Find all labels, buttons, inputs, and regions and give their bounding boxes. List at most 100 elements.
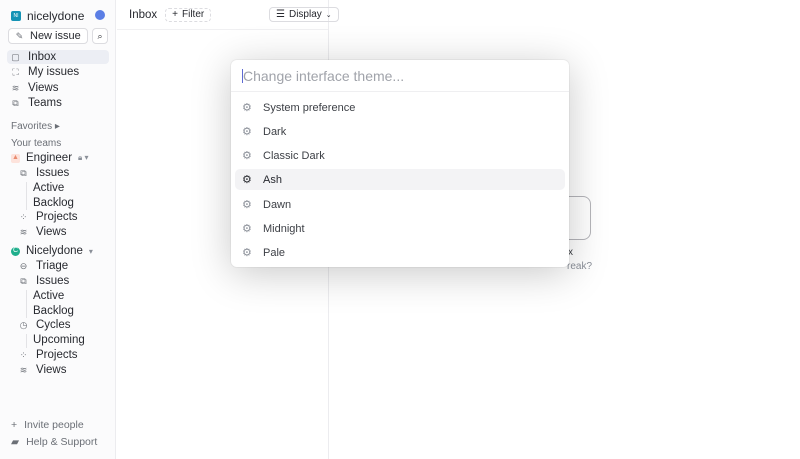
favorites-section[interactable]: Favorites ▸	[11, 121, 60, 132]
theme-option-pale[interactable]: ⚙ Pale	[235, 242, 565, 263]
nicelydone-triage[interactable]: ⊖ Triage	[19, 260, 68, 272]
empty-state-subtitle: reak?	[567, 261, 593, 272]
tree-line	[26, 290, 27, 318]
sidebar-item-teams[interactable]: ⧉ Teams	[7, 96, 109, 110]
workspace-name: nicelydone	[27, 9, 85, 23]
user-avatar[interactable]	[95, 10, 105, 20]
triage-icon: ⊖	[19, 260, 28, 271]
nicelydone-cycles[interactable]: ◷ Cycles	[19, 319, 71, 331]
workspace-switcher[interactable]: NI nicelydone	[11, 9, 84, 23]
theme-search-input[interactable]: Change interface theme...	[231, 60, 569, 92]
views-icon: ≋	[11, 82, 20, 93]
label: Issues	[36, 275, 70, 287]
my-issues-icon: ⛶	[12, 66, 19, 77]
placeholder: Change interface theme...	[243, 67, 405, 84]
label: Invite people	[24, 419, 84, 431]
tree-line	[26, 182, 27, 210]
label: Projects	[36, 211, 78, 223]
team-icon: ▲	[11, 153, 20, 163]
compose-icon: ✎	[15, 30, 24, 41]
theme-picker-dialog: Change interface theme... ⚙ System prefer…	[231, 60, 569, 267]
filter-button[interactable]: + Filter	[165, 7, 212, 22]
views-icon: ≋	[19, 364, 28, 375]
label: Projects	[36, 349, 78, 361]
engineer-backlog[interactable]: Backlog	[33, 197, 74, 209]
nicelydone-issues[interactable]: ⧉ Issues	[19, 275, 69, 287]
issues-icon: ⧉	[20, 167, 27, 178]
engineer-issues[interactable]: ⧉ Issues	[19, 167, 69, 179]
label: System preference	[263, 101, 356, 114]
nicelydone-backlog[interactable]: Backlog	[33, 305, 74, 317]
sidebar-item-my-issues[interactable]: ⛶ My issues	[7, 65, 109, 79]
label: Ash	[263, 173, 282, 186]
label: Cycles	[36, 319, 71, 331]
theme-option-ash[interactable]: ⚙ Ash	[235, 169, 565, 190]
plus-icon: +	[11, 419, 18, 431]
nav-label: Teams	[28, 97, 62, 109]
cycles-icon: ◷	[19, 319, 28, 330]
theme-option-dark[interactable]: ⚙ Dark	[235, 121, 565, 142]
label: Midnight	[263, 222, 305, 235]
team-nicelydone[interactable]: C Nicelydone ▾	[11, 245, 93, 257]
label: Filter	[181, 9, 205, 20]
projects-icon: ⁘	[19, 349, 28, 360]
label: Issues	[36, 167, 70, 179]
help-support-button[interactable]: ▰ Help & Support	[11, 436, 97, 448]
favorites-label: Favorites	[11, 121, 53, 132]
teams-icon: ⧉	[12, 97, 19, 108]
tree-line	[26, 334, 27, 348]
team-name: Nicelydone	[26, 245, 83, 257]
invite-people-button[interactable]: + Invite people	[11, 419, 84, 431]
new-issue-button[interactable]: ✎ New issue	[8, 28, 88, 44]
team-engineer[interactable]: ▲ Engineer 🔒︎ ▾	[11, 152, 89, 164]
workspace-logo: NI	[11, 11, 21, 21]
gear-icon: ⚙	[242, 102, 252, 114]
new-issue-label: New issue	[30, 30, 81, 42]
label: Triage	[36, 260, 69, 272]
sliders-icon: ☰	[276, 9, 285, 20]
theme-option-classic-dark[interactable]: ⚙ Classic Dark	[235, 145, 565, 166]
nav-label: My issues	[28, 66, 80, 78]
team-icon: C	[11, 246, 20, 256]
nicelydone-projects[interactable]: ⁘ Projects	[19, 349, 78, 361]
engineer-views[interactable]: ≋ Views	[19, 226, 67, 238]
theme-option-midnight[interactable]: ⚙ Midnight	[235, 218, 565, 239]
nav-label: Inbox	[28, 51, 57, 63]
nicelydone-active[interactable]: Active	[33, 290, 64, 302]
page-title: Inbox	[129, 8, 158, 21]
display-button[interactable]: ☰ Display ⌄	[269, 7, 339, 22]
label: Views	[36, 226, 67, 238]
search-icon: ⌕	[97, 30, 103, 41]
engineer-projects[interactable]: ⁘ Projects	[19, 211, 78, 223]
chevron-down-icon: ⌄	[325, 11, 332, 19]
team-name: Engineer	[26, 152, 73, 164]
label: Pale	[263, 246, 286, 259]
gear-icon: ⚙	[242, 247, 252, 259]
gear-icon: ⚙	[242, 174, 252, 186]
theme-option-system-preference[interactable]: ⚙ System preference	[235, 97, 565, 118]
label: Display	[288, 9, 322, 20]
gear-icon: ⚙	[242, 199, 252, 211]
help-icon: ▰	[11, 436, 20, 448]
label: Help & Support	[26, 436, 98, 448]
label: Views	[36, 364, 67, 376]
label: Dark	[263, 125, 287, 138]
sidebar-item-views[interactable]: ≋ Views	[7, 81, 109, 95]
gear-icon: ⚙	[242, 126, 252, 138]
label: Dawn	[263, 198, 292, 211]
nav-label: Views	[28, 82, 59, 94]
lock-icon: 🔒︎ ▾	[78, 153, 89, 162]
sidebar: NI nicelydone ✎ New issue ⌕ ▢ Inbox ⛶ My i…	[0, 0, 116, 459]
views-icon: ≋	[19, 226, 28, 237]
sidebar-item-inbox[interactable]: ▢ Inbox	[7, 50, 109, 64]
your-teams-label: Your teams	[11, 138, 62, 149]
nicelydone-views[interactable]: ≋ Views	[19, 364, 67, 376]
projects-icon: ⁘	[19, 211, 28, 222]
label: Classic Dark	[263, 149, 325, 162]
plus-icon: +	[172, 9, 178, 20]
engineer-active[interactable]: Active	[33, 182, 64, 194]
issues-icon: ⧉	[20, 275, 27, 286]
theme-option-dawn[interactable]: ⚙ Dawn	[235, 194, 565, 215]
search-button[interactable]: ⌕	[92, 28, 108, 44]
nicelydone-upcoming[interactable]: Upcoming	[33, 334, 85, 346]
